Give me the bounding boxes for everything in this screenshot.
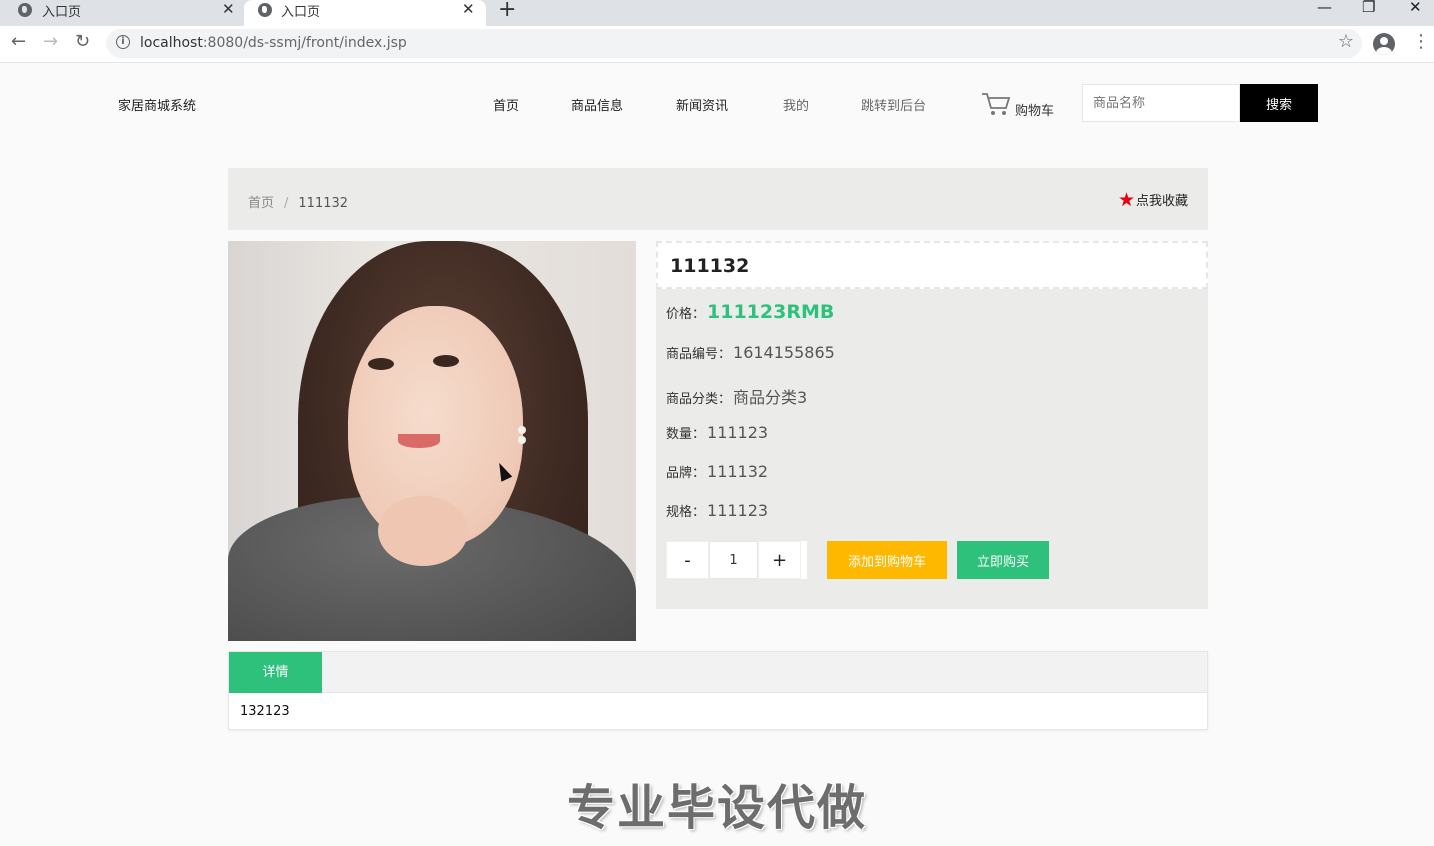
category-value: 商品分类3 bbox=[733, 388, 808, 407]
nav-home[interactable]: 首页 bbox=[493, 95, 519, 114]
reload-icon[interactable]: ↻ bbox=[75, 31, 90, 52]
code-value: 1614155865 bbox=[733, 343, 835, 362]
decrement-button[interactable]: - bbox=[666, 541, 709, 579]
address-bar: ← → ↻ i localhost:8080/ds-ssmj/front/ind… bbox=[0, 26, 1434, 63]
brand-label: 品牌： bbox=[666, 466, 706, 481]
url-field[interactable]: i localhost:8080/ds-ssmj/front/index.jsp… bbox=[106, 29, 1362, 58]
buy-now-button[interactable]: 立即购买 bbox=[957, 541, 1049, 579]
profile-avatar-icon[interactable] bbox=[1373, 33, 1395, 55]
tab-title: 入口页 bbox=[42, 5, 82, 20]
nav-admin[interactable]: 跳转到后台 bbox=[861, 95, 926, 114]
breadcrumb-separator: / bbox=[284, 196, 289, 211]
bookmark-star-icon[interactable]: ☆ bbox=[1338, 31, 1354, 52]
product-name: 111132 bbox=[670, 255, 750, 277]
detail-tab-header: 详情 bbox=[229, 652, 1207, 693]
close-icon[interactable]: ✕ bbox=[222, 0, 235, 18]
code-label: 商品编号： bbox=[666, 347, 732, 362]
close-icon[interactable]: ✕ bbox=[462, 0, 475, 18]
watermark-text: 专业毕设代做 bbox=[566, 780, 867, 836]
product-name-box: 111132 bbox=[656, 241, 1208, 289]
breadcrumb-current: 111132 bbox=[298, 196, 349, 211]
new-tab-plus-icon[interactable]: + bbox=[498, 0, 516, 22]
price-row: 价格： 111123RMB bbox=[666, 301, 834, 323]
nav-news[interactable]: 新闻资讯 bbox=[676, 95, 728, 114]
quantity-label: 数量： bbox=[666, 427, 706, 442]
category-row: 商品分类： 商品分类3 bbox=[666, 384, 807, 408]
code-row: 商品编号： 1614155865 bbox=[666, 343, 835, 362]
quantity-row: 数量： 111123 bbox=[666, 423, 768, 442]
browser-menu-icon[interactable]: ⋮ bbox=[1412, 31, 1430, 52]
window-close-icon[interactable]: ✕ bbox=[1409, 0, 1422, 16]
favorite-button[interactable]: ★ 点我收藏 bbox=[1118, 190, 1188, 209]
favorite-label: 点我收藏 bbox=[1135, 194, 1188, 209]
star-icon: ★ bbox=[1117, 188, 1135, 211]
category-label: 商品分类： bbox=[666, 392, 732, 407]
add-to-cart-button[interactable]: 添加到购物车 bbox=[827, 541, 947, 579]
product-info-panel: 111132 价格： 111123RMB 商品编号： 1614155865 商品分类… bbox=[656, 241, 1208, 609]
browser-tab-strip: 入口页 ✕ 入口页 ✕ + — ❐ ✕ bbox=[0, 0, 1434, 26]
site-brand[interactable]: 家居商城系统 bbox=[118, 95, 196, 114]
globe-icon bbox=[258, 3, 272, 17]
quantity-stepper: - + bbox=[666, 541, 807, 579]
browser-tab[interactable]: 入口页 ✕ bbox=[0, 0, 244, 26]
search-input[interactable] bbox=[1082, 84, 1240, 122]
tab-title: 入口页 bbox=[281, 5, 321, 20]
detail-content: 132123 bbox=[240, 704, 290, 719]
browser-tab-active[interactable]: 入口页 ✕ bbox=[244, 0, 486, 26]
globe-icon bbox=[18, 3, 32, 17]
increment-button[interactable]: + bbox=[758, 541, 801, 579]
detail-panel: 详情 132123 bbox=[228, 651, 1208, 730]
price-value: 111123RMB bbox=[707, 301, 835, 323]
brand-row: 品牌： 111132 bbox=[666, 462, 768, 481]
product-image bbox=[228, 241, 636, 641]
cart-link[interactable]: 购物车 bbox=[1015, 100, 1054, 119]
breadcrumb-home[interactable]: 首页 bbox=[248, 196, 274, 211]
nav-products[interactable]: 商品信息 bbox=[571, 95, 623, 114]
spec-row: 规格： 111123 bbox=[666, 501, 768, 520]
url-text: localhost:8080/ds-ssmj/front/index.jsp bbox=[140, 35, 407, 51]
back-arrow-icon[interactable]: ← bbox=[11, 31, 26, 52]
spec-label: 规格： bbox=[666, 505, 706, 520]
quantity-input[interactable] bbox=[709, 541, 758, 579]
price-label: 价格： bbox=[666, 307, 706, 322]
site-info-icon[interactable]: i bbox=[116, 35, 130, 49]
breadcrumb: 首页 / 111132 bbox=[248, 192, 348, 211]
restore-icon[interactable]: ❐ bbox=[1362, 0, 1375, 16]
quantity-value: 111123 bbox=[707, 423, 769, 442]
breadcrumb-bar: 首页 / 111132 ★ 点我收藏 bbox=[228, 168, 1208, 230]
tab-detail[interactable]: 详情 bbox=[229, 652, 322, 693]
minimize-icon[interactable]: — bbox=[1317, 0, 1332, 16]
shopping-cart-icon[interactable] bbox=[981, 91, 1011, 117]
search-button[interactable]: 搜索 bbox=[1240, 84, 1318, 122]
nav-mine[interactable]: 我的 bbox=[783, 95, 809, 114]
forward-arrow-icon[interactable]: → bbox=[43, 31, 58, 52]
spec-value: 111123 bbox=[707, 501, 769, 520]
brand-value: 111132 bbox=[707, 462, 769, 481]
